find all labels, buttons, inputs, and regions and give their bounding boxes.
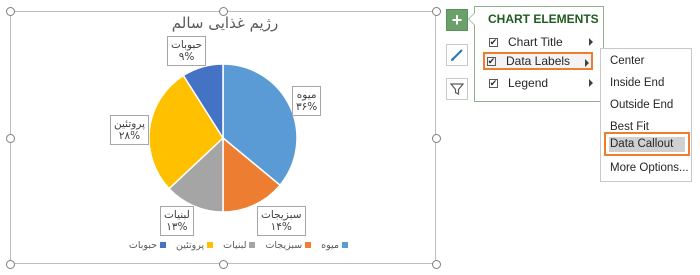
chart-elements-panel: CHART ELEMENTS ✔ Chart Title ✔ Data Labe… — [474, 6, 604, 102]
legend-label: میوه — [321, 239, 339, 251]
menu-item-center[interactable]: Center — [610, 55, 645, 67]
legend-item: پروتئین — [176, 239, 214, 251]
chart-title-checkbox[interactable]: ✔ — [489, 36, 498, 47]
chart-elements-title: CHART ELEMENTS — [488, 12, 599, 26]
menu-item-data-callout[interactable]: Data Callout — [610, 138, 673, 150]
chart-filters-button[interactable] — [446, 78, 468, 100]
menu-item-best-fit[interactable]: Best Fit — [610, 121, 649, 133]
legend-label: لبنیات — [223, 239, 247, 251]
filter-icon — [449, 83, 465, 95]
legend-swatch — [207, 242, 214, 248]
chart-legend[interactable]: میوه سبزیجات لبنیات پروتئین حبوبات — [118, 238, 348, 252]
data-callout-fruit[interactable]: میوه ۳۶% — [292, 86, 322, 116]
data-labels-option[interactable]: ✔ Data Labels — [483, 52, 593, 70]
callout-name: میوه — [296, 89, 317, 101]
chevron-right-icon[interactable] — [589, 38, 593, 46]
chart-elements-button[interactable]: + — [446, 9, 468, 31]
brush-icon — [451, 49, 463, 61]
legend-item: حبوبات — [128, 239, 167, 251]
chart-title-option[interactable]: ✔ Chart Title — [487, 33, 595, 51]
legend-item: میوه — [321, 240, 348, 251]
data-callout-vegetables[interactable]: سبزیجات ۱۴% — [257, 206, 306, 236]
data-callout-protein[interactable]: پروتئین ۲۸% — [110, 115, 150, 145]
flyout-pointer-fill — [469, 13, 475, 25]
chevron-right-icon[interactable] — [585, 59, 589, 67]
legend-swatch — [305, 242, 312, 248]
legend-swatch — [160, 242, 167, 248]
check-icon: ✔ — [487, 55, 496, 66]
data-callout-legumes[interactable]: حبوبات ۹% — [167, 36, 207, 66]
legend-item: لبنیات — [223, 239, 256, 251]
menu-item-outside-end[interactable]: Outside End — [610, 99, 673, 111]
callout-name: حبوبات — [171, 39, 203, 51]
callout-name: پروتئین — [114, 118, 146, 130]
callout-value: ۹% — [178, 51, 195, 63]
legend-option[interactable]: ✔ Legend — [487, 74, 595, 92]
check-icon: ✔ — [489, 77, 498, 88]
data-labels-option-label: Data Labels — [506, 54, 571, 68]
legend-swatch — [249, 242, 256, 248]
legend-label: حبوبات — [128, 239, 158, 251]
callout-value: ۱۳% — [166, 221, 188, 233]
legend-option-label: Legend — [508, 76, 549, 90]
legend-label: سبزیجات — [265, 239, 303, 251]
pie-chart[interactable] — [0, 0, 440, 275]
check-icon: ✔ — [489, 36, 498, 47]
plus-icon: + — [451, 9, 463, 30]
callout-name: لبنیات — [164, 209, 190, 221]
callout-value: ۳۶% — [296, 101, 318, 113]
legend-swatch — [342, 242, 348, 248]
callout-name: سبزیجات — [261, 209, 302, 221]
legend-label: پروتئین — [176, 239, 205, 251]
menu-item-inside-end[interactable]: Inside End — [610, 77, 664, 89]
legend-item: سبزیجات — [265, 239, 312, 251]
data-labels-submenu: Center Inside End Outside End Best Fit D… — [600, 48, 692, 182]
callout-value: ۱۴% — [270, 221, 292, 233]
chart-title-option-label: Chart Title — [508, 35, 563, 49]
menu-item-more-options[interactable]: More Options... — [610, 162, 689, 174]
legend-checkbox[interactable]: ✔ — [489, 77, 498, 88]
data-labels-checkbox[interactable]: ✔ — [487, 55, 496, 66]
chevron-right-icon[interactable] — [589, 79, 593, 87]
chart-styles-button[interactable] — [446, 44, 468, 66]
callout-value: ۲۸% — [118, 130, 141, 142]
data-callout-dairy[interactable]: لبنیات ۱۳% — [160, 206, 194, 236]
